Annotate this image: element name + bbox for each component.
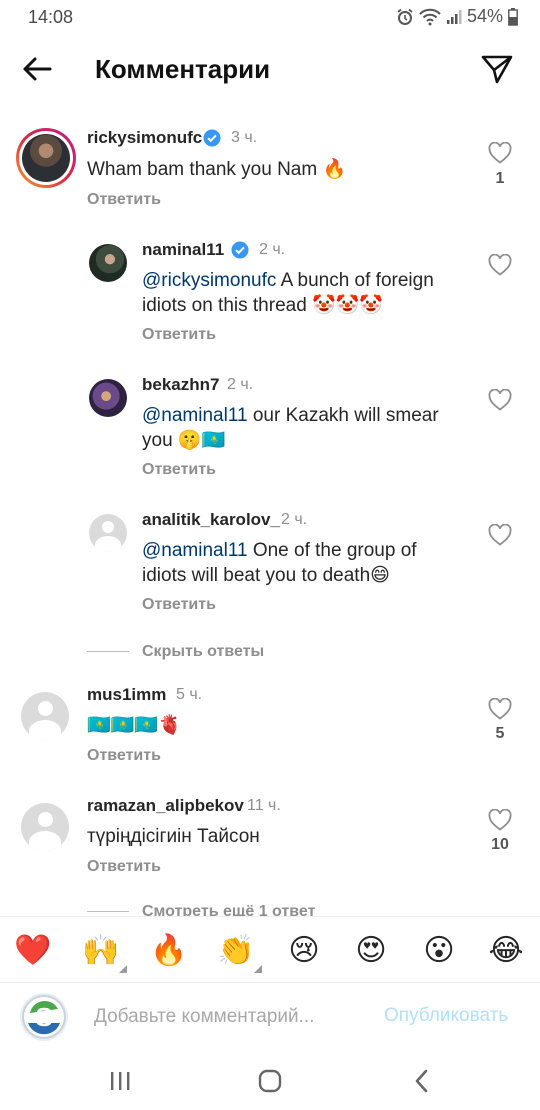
comment-time: 11 ч. <box>247 797 281 814</box>
comment-time: 2 ч. <box>227 376 254 393</box>
mention-link[interactable]: @naminal11 <box>142 540 248 561</box>
mention-link[interactable]: @naminal11 <box>142 405 248 426</box>
mention-link[interactable]: @rickysimonufc <box>142 270 276 291</box>
comment-text: түріңдісігиін Тайсон <box>87 826 260 847</box>
heart-outline-icon[interactable] <box>488 389 512 411</box>
verified-badge-icon <box>231 241 249 259</box>
heart-outline-icon[interactable] <box>488 809 512 831</box>
emoji-heart[interactable]: ❤️ <box>13 931 53 971</box>
status-bar: 14:08 54% <box>0 0 540 34</box>
view-more-replies-button[interactable]: Смотреть ещё 1 ответ <box>142 903 315 917</box>
alarm-icon <box>397 8 413 25</box>
reply-button[interactable]: Ответить <box>87 747 161 765</box>
reply-button[interactable]: Ответить <box>142 461 216 479</box>
reply-button[interactable]: Ответить <box>142 326 216 344</box>
comment-time: 2 ч. <box>281 511 308 528</box>
like-count: 5 <box>495 725 505 742</box>
header: Комментарии <box>0 40 540 98</box>
comment-time: 5 ч. <box>176 686 203 703</box>
comment-text: @rickysimonufc A bunch of foreign idiots … <box>142 270 434 316</box>
comment-text: Wham bam thank you Nam 🔥 <box>87 159 347 180</box>
reply-button[interactable]: Ответить <box>87 191 161 209</box>
heart-outline-icon[interactable] <box>488 698 512 720</box>
avatar-placeholder[interactable] <box>89 514 127 552</box>
svg-text:S: S <box>35 1002 52 1032</box>
signal-icon <box>446 9 462 24</box>
comment-input-bar: S Опубликовать <box>0 982 540 1052</box>
comment-username[interactable]: ramazan_alipbekov <box>87 796 244 816</box>
send-icon[interactable] <box>480 52 514 86</box>
comment-text: 🇰🇿🇰🇿🇰🇿🫀 <box>87 715 182 736</box>
reply-button[interactable]: Ответить <box>87 858 161 876</box>
status-time: 14:08 <box>28 7 74 27</box>
comment-time: 3 ч. <box>231 129 258 146</box>
home-icon[interactable] <box>255 1066 285 1096</box>
emoji-raised-hands[interactable]: 🙌 <box>81 931 127 973</box>
page-title: Комментарии <box>95 54 271 84</box>
emoji-heart-eyes[interactable]: 😍 <box>351 931 391 971</box>
battery-percent: 54% <box>466 6 503 26</box>
system-nav-bar <box>0 1052 540 1110</box>
heart-outline-icon[interactable] <box>488 142 512 164</box>
heart-outline-icon[interactable] <box>488 254 512 276</box>
avatar-placeholder[interactable] <box>21 692 69 740</box>
comment-username[interactable]: rickysimonufc <box>87 128 202 148</box>
back-nav-icon[interactable] <box>407 1066 437 1096</box>
battery-icon <box>508 7 518 26</box>
avatar[interactable] <box>89 244 127 282</box>
comment-text: @naminal11 One of the group of idiots wil… <box>142 540 417 586</box>
emoji-fire[interactable]: 🔥 <box>149 931 189 971</box>
avatar[interactable] <box>89 379 127 417</box>
comment-username[interactable]: naminal11 <box>142 240 224 260</box>
reply-button[interactable]: Ответить <box>142 596 216 614</box>
hide-replies-button[interactable]: Скрыть ответы <box>142 643 264 661</box>
current-user-avatar: S <box>20 993 68 1041</box>
emoji-surprised-face[interactable]: 😮 <box>419 931 459 971</box>
skin-tone-indicator <box>254 965 262 973</box>
recent-apps-icon[interactable] <box>105 1066 135 1096</box>
like-count: 10 <box>491 836 509 853</box>
comment-username[interactable]: analitik_karolov_ <box>142 510 280 530</box>
heart-outline-icon[interactable] <box>488 524 512 546</box>
avatar-placeholder[interactable] <box>21 803 69 851</box>
back-arrow-icon[interactable] <box>20 52 54 86</box>
emoji-clapping-hands[interactable]: 👏 <box>216 931 262 973</box>
like-count: 1 <box>495 170 505 187</box>
verified-badge-icon <box>203 129 221 147</box>
comment-text: @naminal11 our Kazakh will smear you 🤫🇰🇿 <box>142 405 439 451</box>
comment-username[interactable]: bekazhn7 <box>142 375 219 395</box>
comment-username[interactable]: mus1imm <box>87 685 166 705</box>
skin-tone-indicator <box>119 965 127 973</box>
comment-input[interactable] <box>94 1003 364 1031</box>
view-more-divider <box>87 911 129 912</box>
emoji-crying-face[interactable]: 😢 <box>284 931 324 971</box>
wifi-icon <box>419 8 441 25</box>
emoji-tears-of-joy[interactable]: 😂 <box>486 931 526 971</box>
emoji-quick-bar: ❤️ 🙌 🔥 👏 😢 😍 😮 😂 <box>0 916 540 982</box>
comment-time: 2 ч. <box>259 241 286 258</box>
hide-replies-divider <box>87 651 129 652</box>
avatar-story-ring[interactable] <box>16 128 76 188</box>
post-comment-button[interactable]: Опубликовать <box>384 1005 508 1027</box>
